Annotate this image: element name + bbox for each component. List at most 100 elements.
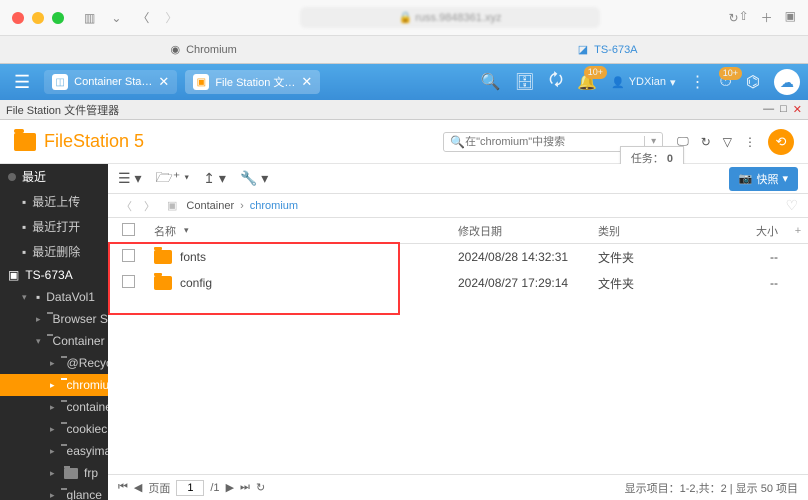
sidebar-recent-upload[interactable]: ▪ 最近上传 (0, 189, 108, 214)
prev-page-icon[interactable]: ◀ (134, 481, 142, 494)
create-button[interactable]: 🗁⁺ ▾ (155, 167, 189, 191)
col-type-header[interactable]: 类别 (598, 223, 708, 239)
folder-logo-icon (14, 133, 36, 151)
close-icon[interactable]: ✕ (301, 74, 312, 90)
page-total: /1 (210, 482, 219, 494)
sidebar-item-frp[interactable]: ▸frp (0, 462, 108, 484)
tabs-overview-icon[interactable]: ▣ (785, 9, 796, 26)
footer-status: 显示项目：1-2,共：2 | 显示 50 项目 (625, 480, 798, 496)
refresh-icon[interactable]: ↻ (701, 135, 711, 149)
sidebar-item-cookiecloud[interactable]: ▸cookiecloud (0, 418, 108, 440)
file-date: 2024/08/28 14:32:31 (458, 250, 598, 264)
crumb-back-icon[interactable]: 〈 (118, 198, 135, 214)
next-page-icon[interactable]: ▶ (226, 481, 234, 494)
refresh-icon[interactable]: ↻ (729, 11, 739, 25)
file-station-icon: ▣ (193, 74, 209, 90)
col-size-header[interactable]: 大小 (708, 223, 788, 239)
col-name-header[interactable]: 名称 ▾ (148, 223, 458, 239)
notification-icon[interactable]: 🔔10+ (577, 72, 597, 92)
more-icon[interactable]: ⋮ (690, 72, 706, 92)
notification-badge: 10+ (584, 66, 607, 79)
filter-icon[interactable]: ▽ (723, 135, 732, 149)
select-all-checkbox[interactable] (122, 223, 135, 236)
tab-label: Chromium (186, 44, 237, 56)
filestation-header: FileStation 5 🔍 ▾ 🖵 ↻ ▽ ⋮ ⟲ (0, 120, 808, 164)
app-tab-file-station[interactable]: ▣ File Station 文… ✕ (185, 70, 320, 94)
settings-icon[interactable]: ⋮ (744, 135, 756, 149)
page-label: 页面 (148, 480, 170, 496)
close-window-icon[interactable] (12, 12, 24, 24)
sidebar-item-chromium[interactable]: ▸chromium (0, 374, 108, 396)
row-checkbox[interactable] (122, 249, 135, 262)
file-name: fonts (180, 250, 206, 264)
folder-icon (154, 276, 172, 290)
dashboard-icon[interactable]: ⏱10+ (720, 73, 732, 91)
favorite-icon[interactable]: ♡ (785, 197, 798, 214)
sidebar-volume[interactable]: ▾▪ DataVol1 (0, 286, 108, 308)
volume-icon[interactable]: 🗄 (515, 72, 535, 92)
minimize-icon[interactable]: — (763, 103, 774, 116)
crumb-root-icon[interactable]: ▣ (164, 199, 180, 212)
upload-button[interactable]: ↥ ▾ (203, 170, 226, 187)
cloud-icon[interactable]: ☁ (774, 69, 800, 95)
backup-icon[interactable]: 🗘 (549, 69, 563, 96)
close-icon[interactable]: ✕ (158, 74, 169, 90)
last-page-icon[interactable]: ⏭ (240, 481, 250, 494)
app-tab-container-station[interactable]: ◫ Container Sta… ✕ (44, 70, 177, 94)
crumb-container[interactable]: Container (186, 200, 234, 212)
table-row[interactable]: config 2024/08/27 17:29:14 文件夹 -- (108, 270, 808, 296)
sidebar-recent-header[interactable]: 最近 (0, 164, 108, 189)
sidebar-recent-delete[interactable]: ▪ 最近删除 (0, 239, 108, 264)
sidebar-item-browser-station[interactable]: ▸Browser Station (0, 308, 108, 330)
sidebar: 最近 ▪ 最近上传 ▪ 最近打开 ▪ 最近删除 ▣ TS-673A ▾▪ Dat… (0, 164, 108, 500)
table-row[interactable]: fonts 2024/08/28 14:32:31 文件夹 -- (108, 244, 808, 270)
url-text: russ.9848361.xyz (415, 12, 501, 24)
view-mode-button[interactable]: ☰ ▾ (118, 170, 141, 187)
window-title: File Station 文件管理器 (6, 102, 119, 118)
sidebar-item-easyimage[interactable]: ▸easyimage (0, 440, 108, 462)
sidebar-item-container[interactable]: ▾Container (0, 330, 108, 352)
browser-tab-device[interactable]: ◪TS-673A (558, 43, 658, 56)
fullscreen-window-icon[interactable] (52, 12, 64, 24)
chromium-icon: ◉ (170, 43, 180, 56)
window-controls: — □ ✕ (763, 103, 802, 116)
forward-icon[interactable]: 〉 (161, 9, 181, 26)
col-add-header[interactable]: + (788, 225, 808, 237)
share-icon[interactable]: ⇧ (739, 9, 749, 26)
qnap-icon: ◪ (578, 43, 588, 56)
page-input[interactable] (176, 480, 204, 496)
smart-share-icon[interactable]: ⟲ (768, 129, 794, 155)
minimize-window-icon[interactable] (32, 12, 44, 24)
footer-refresh-icon[interactable]: ↻ (256, 481, 265, 494)
sidebar-device[interactable]: ▣ TS-673A (0, 264, 108, 286)
app-name: FileStation 5 (44, 131, 144, 152)
col-date-header[interactable]: 修改日期 (458, 223, 598, 239)
user-menu[interactable]: 👤 YDXian ▾ (611, 76, 676, 89)
search-icon[interactable]: 🔍 (481, 72, 501, 92)
sidebar-toggle-icon[interactable]: ▥ (80, 11, 99, 25)
address-bar[interactable]: 🔒 russ.9848361.xyz (300, 7, 600, 28)
back-icon[interactable]: 〈 (133, 9, 153, 26)
search-input[interactable] (465, 136, 644, 148)
tools-button[interactable]: 🔧 ▾ (240, 170, 268, 187)
address-bar-area: 🔒 russ.9848361.xyz (181, 7, 718, 28)
qts-system-icons: 🔍 🗄 🗘 🔔10+ 👤 YDXian ▾ ⋮ ⏱10+ ⌬ ☁ (481, 69, 800, 96)
crumb-chromium[interactable]: chromium (250, 200, 298, 212)
menu-icon[interactable]: ☰ (8, 72, 36, 93)
browser-tab-chromium[interactable]: ◉ Chromium (150, 43, 256, 56)
chevron-down-icon[interactable]: ⌄ (107, 11, 125, 25)
sidebar-item-container-station-data[interactable]: ▸container-station-data (0, 396, 108, 418)
user-name: YDXian (629, 76, 666, 88)
sidebar-recent-open[interactable]: ▪ 最近打开 (0, 214, 108, 239)
speed-icon[interactable]: ⌬ (746, 72, 760, 92)
snapshot-button[interactable]: 📷 快照 ▾ (729, 167, 798, 191)
window-title-bar: File Station 文件管理器 — □ ✕ (0, 100, 808, 120)
new-tab-icon[interactable]: ＋ (761, 9, 773, 26)
close-icon[interactable]: ✕ (793, 103, 802, 116)
sidebar-item-recycle[interactable]: ▸@Recycle (0, 352, 108, 374)
row-checkbox[interactable] (122, 275, 135, 288)
first-page-icon[interactable]: ⏮ (118, 481, 128, 494)
crumb-fwd-icon[interactable]: 〉 (141, 198, 158, 214)
sidebar-item-glance[interactable]: ▸glance (0, 484, 108, 500)
maximize-icon[interactable]: □ (780, 103, 787, 116)
